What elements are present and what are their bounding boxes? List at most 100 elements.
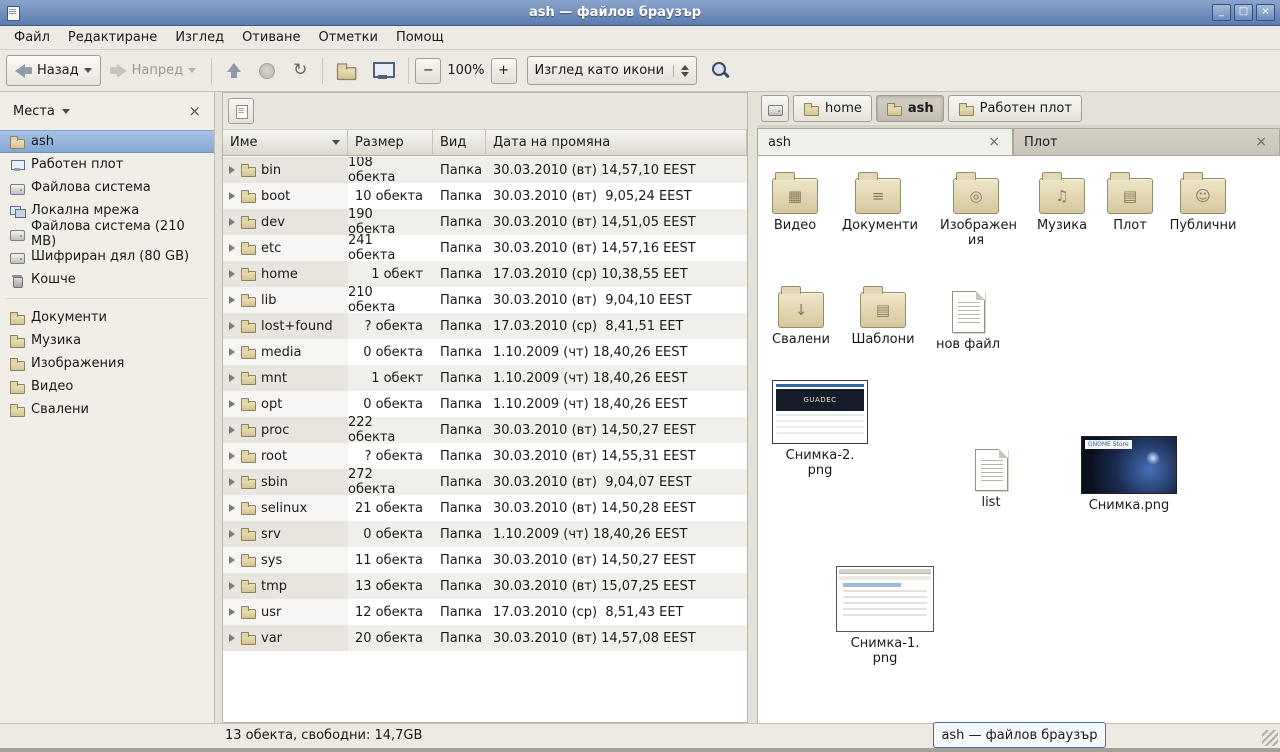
minimize-button[interactable]: _ (1212, 4, 1231, 21)
expander-icon[interactable] (229, 452, 235, 460)
column-header-3[interactable]: Дата на промяна (486, 130, 747, 155)
zoom-in-button[interactable]: + (491, 58, 517, 84)
breadcrumb-1[interactable]: home (793, 95, 872, 122)
tree-row[interactable]: srv0 обектаПапка1.10.2009 (чт) 18,40,26 … (223, 521, 747, 547)
sidebar-item-9[interactable]: Музика (0, 329, 214, 352)
expander-icon[interactable] (229, 400, 235, 408)
menu-item-5[interactable]: Помощ (387, 27, 453, 48)
tree-row[interactable]: etc241 обектаПапка30.03.2010 (вт) 14,57,… (223, 235, 747, 261)
menu-item-0[interactable]: Файл (5, 27, 59, 48)
expander-icon[interactable] (229, 608, 235, 616)
status-text: 13 обекта, свободни: 14,7GB (225, 728, 422, 743)
column-header-2[interactable]: Вид (433, 130, 486, 155)
icon-item-1[interactable]: ≡Документи (842, 170, 914, 233)
expander-icon[interactable] (229, 296, 235, 304)
expander-icon[interactable] (229, 374, 235, 382)
tree-row[interactable]: root? обектаПапка30.03.2010 (вт) 14,55,3… (223, 443, 747, 469)
expander-icon[interactable] (229, 426, 235, 434)
tree-row[interactable]: dev190 обектаПапка30.03.2010 (вт) 14,51,… (223, 209, 747, 235)
back-button[interactable]: Назад (6, 55, 101, 86)
column-header-1[interactable]: Размер (348, 130, 433, 155)
icon-item-10[interactable]: list (955, 444, 1027, 510)
tree-row[interactable]: selinux21 обектаПапка30.03.2010 (вт) 14,… (223, 495, 747, 521)
zoom-out-button[interactable]: − (415, 58, 441, 84)
reload-button[interactable]: ↻ (284, 55, 316, 86)
sidebar-close-button[interactable]: × (184, 102, 205, 120)
tree-row[interactable]: proc222 обектаПапка30.03.2010 (вт) 14,50… (223, 417, 747, 443)
expander-icon[interactable] (229, 322, 235, 330)
tree-row[interactable]: boot10 обектаПапка30.03.2010 (вт) 9,05,2… (223, 183, 747, 209)
menu-item-2[interactable]: Изглед (166, 27, 233, 48)
menu-item-1[interactable]: Редактиране (59, 27, 166, 48)
sidebar-item-0[interactable]: ash (0, 130, 214, 153)
icon-item-11[interactable]: GNOME StoreСнимка.png (1080, 436, 1178, 513)
menu-item-3[interactable]: Отиване (233, 27, 309, 48)
sidebar-item-10[interactable]: Изображения (0, 352, 214, 375)
expander-icon[interactable] (229, 166, 235, 174)
expander-icon[interactable] (229, 504, 235, 512)
icon-item-5[interactable]: ☺Публични (1167, 170, 1239, 233)
sidebar-item-11[interactable]: Видео (0, 375, 214, 398)
expander-icon[interactable] (229, 192, 235, 200)
tab-0[interactable]: ash× (757, 128, 1013, 155)
tab-close-icon[interactable]: × (986, 135, 1002, 149)
expander-icon[interactable] (229, 244, 235, 252)
icon-item-8[interactable]: нов файл (932, 286, 1004, 352)
tree-row[interactable]: mnt1 обектПапка1.10.2009 (чт) 18,40,26 E… (223, 365, 747, 391)
tree-row[interactable]: lib210 обектаПапка30.03.2010 (вт) 9,04,1… (223, 287, 747, 313)
computer-button[interactable] (363, 55, 402, 86)
column-header-0[interactable]: Име (223, 130, 348, 155)
tree-row[interactable]: var20 обектаПапка30.03.2010 (вт) 14,57,0… (223, 625, 747, 651)
expander-icon[interactable] (229, 582, 235, 590)
tree-row[interactable]: opt0 обектаПапка1.10.2009 (чт) 18,40,26 … (223, 391, 747, 417)
sidebar-item-2[interactable]: Файлова система (0, 176, 214, 199)
maximize-button[interactable]: □ (1234, 4, 1253, 21)
tree-row[interactable]: lost+found? обектаПапка17.03.2010 (ср) 8… (223, 313, 747, 339)
sidebar-item-5[interactable]: Шифриран дял (80 GB) (0, 245, 214, 268)
icon-item-7[interactable]: ▤Шаблони (847, 284, 919, 347)
tree-row[interactable]: media0 обектаПапка1.10.2009 (чт) 18,40,2… (223, 339, 747, 365)
sidebar-item-12[interactable]: Свалени (0, 398, 214, 421)
tab-1[interactable]: Плот× (1013, 128, 1280, 155)
expander-icon[interactable] (229, 556, 235, 564)
resize-grip[interactable] (1262, 730, 1278, 746)
forward-button[interactable]: Напред (101, 55, 205, 86)
icon-item-12[interactable]: Снимка-1. png (835, 566, 935, 666)
expander-icon[interactable] (229, 270, 235, 278)
breadcrumb-3[interactable]: Работен плот (948, 95, 1082, 122)
home-button[interactable] (329, 55, 363, 86)
breadcrumb-2[interactable]: ash (876, 95, 944, 122)
tree-row[interactable]: bin108 обектаПапка30.03.2010 (вт) 14,57,… (223, 157, 747, 183)
sidebar-item-4[interactable]: Файлова система (210 MB) (0, 222, 214, 245)
icon-item-9[interactable]: GUADECСнимка-2. png (771, 380, 869, 478)
icon-item-6[interactable]: ↓Свалени (765, 284, 837, 347)
tree-row[interactable]: sys11 обектаПапка30.03.2010 (вт) 14,50,2… (223, 547, 747, 573)
menu-item-4[interactable]: Отметки (309, 27, 386, 48)
expander-icon[interactable] (229, 348, 235, 356)
icon-item-0[interactable]: ▦Видео (759, 170, 831, 233)
breadcrumb-0[interactable] (761, 95, 789, 122)
tree-row[interactable]: usr12 обектаПапка17.03.2010 (ср) 8,51,43… (223, 599, 747, 625)
thumb-text: GNOME Store (1085, 440, 1132, 449)
icon-item-3[interactable]: ♫Музика (1026, 170, 1098, 233)
tree-row[interactable]: tmp13 обектаПапка30.03.2010 (вт) 15,07,2… (223, 573, 747, 599)
location-root-button[interactable] (228, 98, 254, 124)
view-mode-select[interactable]: Изглед като икони (527, 56, 698, 85)
expander-icon[interactable] (229, 634, 235, 642)
sidebar-item-6[interactable]: Кошче (0, 268, 214, 291)
expander-icon[interactable] (229, 218, 235, 226)
stop-button[interactable] (250, 55, 284, 86)
expander-icon[interactable] (229, 530, 235, 538)
icon-item-2[interactable]: ◎Изображен ия (940, 170, 1012, 248)
sidebar-item-1[interactable]: Работен плот (0, 153, 214, 176)
tab-close-icon[interactable]: × (1253, 135, 1269, 149)
search-button[interactable] (711, 61, 730, 80)
tree-row[interactable]: sbin272 обектаПапка30.03.2010 (вт) 9,04,… (223, 469, 747, 495)
up-button[interactable] (218, 55, 250, 86)
icon-item-4[interactable]: ▤Плот (1094, 170, 1166, 233)
tree-row[interactable]: home1 обектПапка17.03.2010 (ср) 10,38,55… (223, 261, 747, 287)
close-button[interactable]: × (1256, 4, 1275, 21)
expander-icon[interactable] (229, 478, 235, 486)
sidebar-title-button[interactable]: Места (9, 101, 74, 122)
sidebar-item-8[interactable]: Документи (0, 306, 214, 329)
